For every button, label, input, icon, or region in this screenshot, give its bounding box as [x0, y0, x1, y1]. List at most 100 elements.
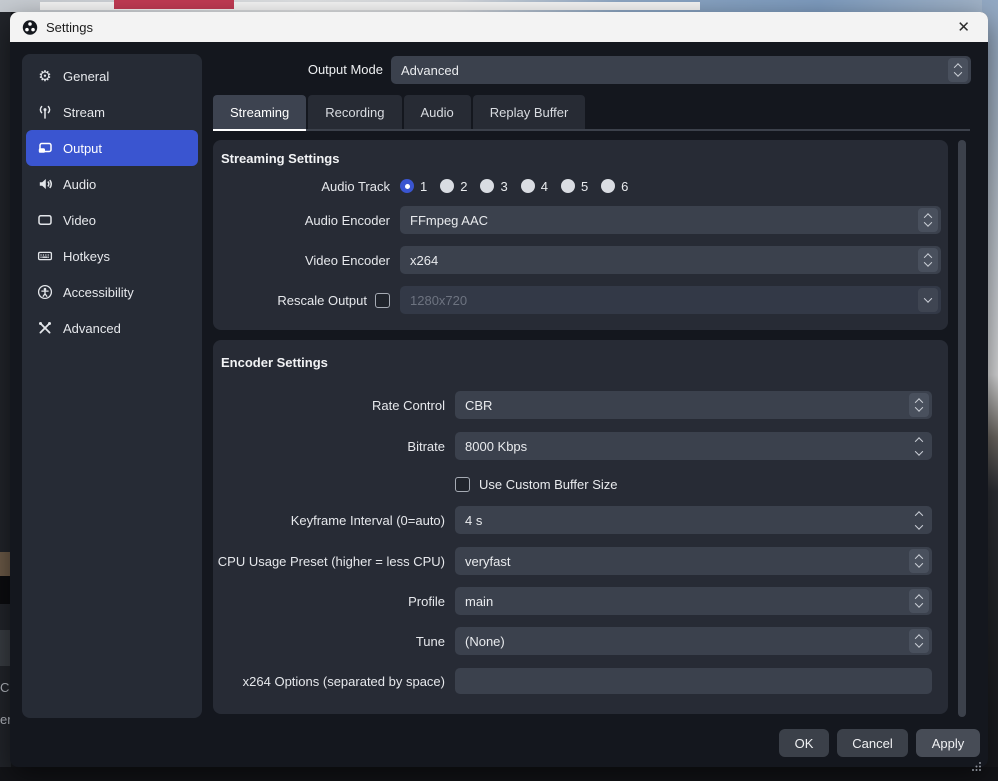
sidebar-item-stream[interactable]: Stream: [26, 94, 198, 130]
vertical-scrollbar[interactable]: [958, 140, 966, 717]
title-bar[interactable]: Settings ✕: [10, 12, 988, 42]
streaming-settings-panel: Streaming Settings Audio Track 1 2 3 4 5…: [213, 140, 948, 330]
tab-streaming[interactable]: Streaming: [213, 95, 306, 131]
tools-icon: [37, 320, 53, 336]
rate-control-label: Rate Control: [213, 398, 445, 413]
sidebar: ⚙ General Stream Output Audio: [22, 54, 202, 718]
audio-track-radio-group: 1 2 3 4 5 6: [400, 179, 941, 194]
tab-recording[interactable]: Recording: [308, 95, 401, 129]
chevron-down-icon: [954, 68, 962, 76]
profile-value: main: [455, 594, 909, 609]
radio-track-5[interactable]: [561, 179, 575, 193]
combo-dropdown: [918, 288, 938, 312]
sidebar-item-video[interactable]: Video: [26, 202, 198, 238]
chevron-down-icon: [915, 559, 923, 567]
close-button[interactable]: ✕: [951, 16, 976, 38]
cpu-preset-label: CPU Usage Preset (higher = less CPU): [213, 554, 445, 569]
audio-track-row: Audio Track 1 2 3 4 5 6: [213, 177, 941, 195]
ok-button[interactable]: OK: [779, 729, 829, 757]
chevron-down-icon: [915, 447, 923, 455]
tune-select[interactable]: (None): [455, 627, 932, 655]
sidebar-item-label: Advanced: [63, 321, 121, 336]
rescale-output-text: Rescale Output: [277, 293, 367, 308]
apply-button[interactable]: Apply: [916, 729, 980, 757]
tune-value: (None): [455, 634, 909, 649]
output-tab-bar: Streaming Recording Audio Replay Buffer: [213, 95, 970, 131]
video-encoder-select[interactable]: x264: [400, 246, 941, 274]
rate-control-select[interactable]: CBR: [455, 391, 932, 419]
profile-select[interactable]: main: [455, 587, 932, 615]
section-title: Encoder Settings: [213, 355, 948, 370]
sidebar-item-general[interactable]: ⚙ General: [26, 58, 198, 94]
settings-window: Settings ✕ ⚙ General Stream Output: [10, 12, 988, 767]
chevron-down-icon: [915, 521, 923, 529]
audio-encoder-select[interactable]: FFmpeg AAC: [400, 206, 941, 234]
chevron-up-icon: [915, 511, 923, 519]
sidebar-item-audio[interactable]: Audio: [26, 166, 198, 202]
sidebar-item-label: Audio: [63, 177, 96, 192]
bitrate-value: 8000 Kbps: [455, 439, 906, 454]
combo-spinner: [918, 208, 938, 232]
rescale-resolution-select[interactable]: 1280x720: [400, 286, 941, 314]
resize-grip[interactable]: [972, 758, 982, 768]
tab-replay-buffer[interactable]: Replay Buffer: [473, 95, 586, 129]
radio-track-1[interactable]: [400, 179, 414, 193]
radio-track-4[interactable]: [521, 179, 535, 193]
chevron-down-icon: [924, 258, 932, 266]
rate-control-row: Rate Control CBR: [213, 392, 932, 418]
audio-encoder-value: FFmpeg AAC: [400, 213, 918, 228]
output-icon: [37, 140, 53, 156]
keyframe-interval-spinbox[interactable]: 4 s: [455, 506, 932, 534]
keyframe-interval-label: Keyframe Interval (0=auto): [213, 513, 445, 528]
accessibility-icon: [37, 284, 53, 300]
output-mode-select[interactable]: Advanced: [391, 56, 971, 84]
bitrate-spinbox[interactable]: 8000 Kbps: [455, 432, 932, 460]
custom-buffer-checkbox[interactable]: [455, 477, 470, 492]
audio-track-label: Audio Track: [213, 179, 390, 194]
chevron-down-icon: [915, 403, 923, 411]
encoder-settings-panel: Encoder Settings Rate Control CBR Bitrat…: [213, 340, 948, 714]
rescale-output-checkbox[interactable]: [375, 293, 390, 308]
keyframe-interval-row: Keyframe Interval (0=auto) 4 s: [213, 506, 932, 534]
sidebar-item-advanced[interactable]: Advanced: [26, 310, 198, 346]
rescale-output-label: Rescale Output: [213, 293, 390, 308]
radio-label: 6: [621, 179, 628, 194]
display-icon: [37, 212, 53, 228]
chevron-down-icon: [924, 218, 932, 226]
spin-buttons: [906, 437, 932, 456]
cancel-button[interactable]: Cancel: [837, 729, 908, 757]
keyframe-interval-value: 4 s: [455, 513, 906, 528]
video-encoder-row: Video Encoder x264: [213, 247, 941, 273]
rate-control-value: CBR: [455, 398, 909, 413]
cpu-preset-select[interactable]: veryfast: [455, 547, 932, 575]
audio-encoder-label: Audio Encoder: [213, 213, 390, 228]
radio-track-6[interactable]: [601, 179, 615, 193]
tune-label: Tune: [213, 634, 445, 649]
profile-row: Profile main: [213, 588, 932, 614]
video-encoder-label: Video Encoder: [213, 253, 390, 268]
sidebar-item-label: Video: [63, 213, 96, 228]
chevron-up-icon: [915, 437, 923, 445]
output-mode-label: Output Mode: [213, 62, 383, 77]
sidebar-item-label: Accessibility: [63, 285, 134, 300]
rescale-output-row: Rescale Output 1280x720: [213, 287, 941, 313]
combo-spinner: [909, 549, 929, 573]
sidebar-item-output[interactable]: Output: [26, 130, 198, 166]
antenna-icon: [37, 104, 53, 120]
radio-label: 4: [541, 179, 548, 194]
radio-label: 3: [500, 179, 507, 194]
spin-buttons: [906, 511, 932, 530]
dialog-body: ⚙ General Stream Output Audio: [10, 42, 988, 767]
sidebar-item-label: Hotkeys: [63, 249, 110, 264]
desktop-background-bottom: [0, 767, 998, 781]
radio-track-3[interactable]: [480, 179, 494, 193]
x264-options-input[interactable]: [455, 668, 932, 694]
combo-spinner: [948, 58, 968, 82]
sidebar-item-accessibility[interactable]: Accessibility: [26, 274, 198, 310]
chevron-down-icon: [924, 294, 932, 302]
radio-track-2[interactable]: [440, 179, 454, 193]
sidebar-item-hotkeys[interactable]: Hotkeys: [26, 238, 198, 274]
tab-audio[interactable]: Audio: [404, 95, 471, 129]
bitrate-row: Bitrate 8000 Kbps: [213, 432, 932, 460]
video-encoder-value: x264: [400, 253, 918, 268]
